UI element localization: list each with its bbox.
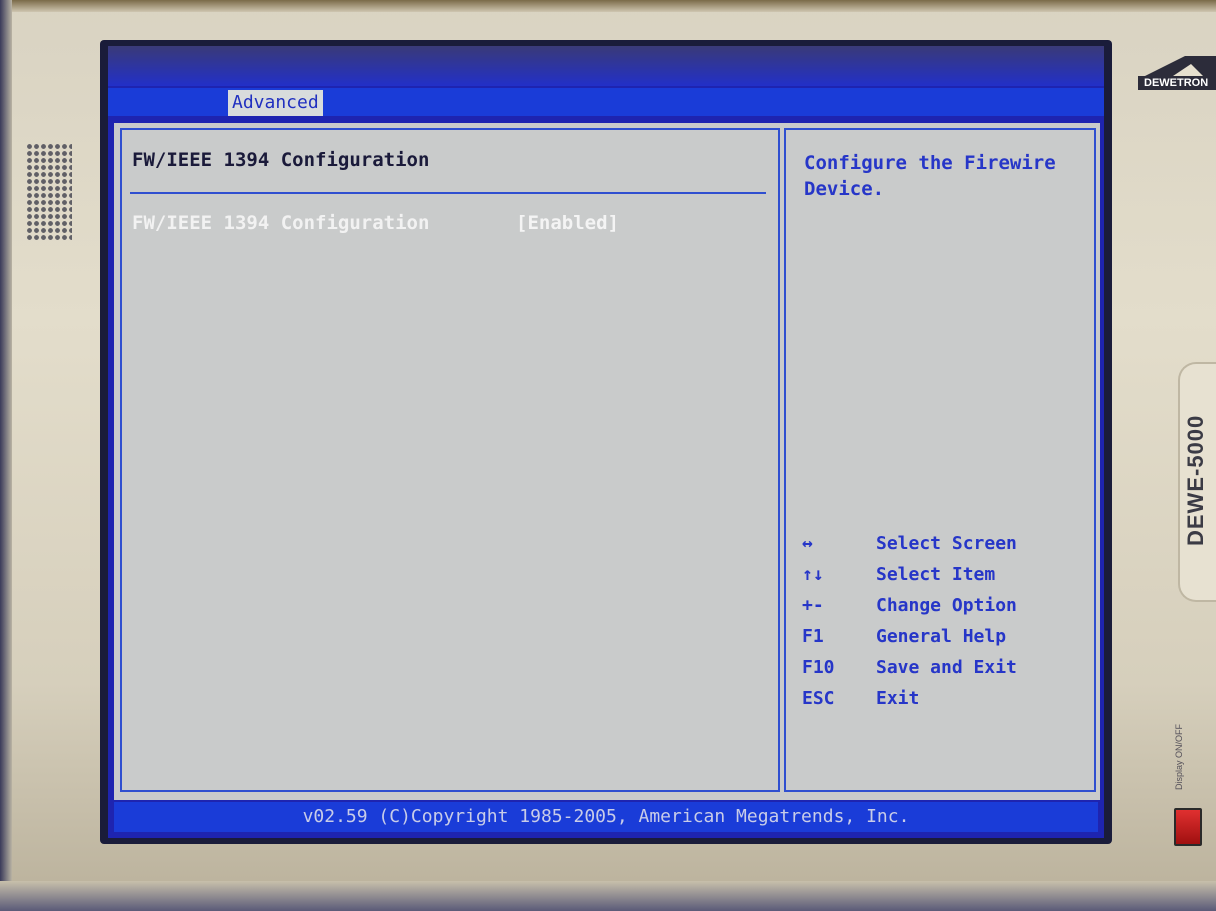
setting-value-firewire[interactable]: [Enabled] <box>516 212 619 234</box>
bezel-left-edge <box>0 0 12 911</box>
key-action: Select Item <box>876 564 996 585</box>
tab-advanced[interactable]: Advanced <box>228 90 323 116</box>
help-description: Configure the Firewire Device. <box>804 152 1056 200</box>
key-name: F10 <box>802 657 835 678</box>
section-divider <box>130 192 766 194</box>
bezel-bottom-edge <box>0 881 1216 911</box>
display-power-button[interactable] <box>1174 808 1202 846</box>
setting-label-firewire[interactable]: FW/IEEE 1394 Configuration <box>132 212 429 234</box>
key-name: ↔ <box>802 533 813 554</box>
key-legend-row: F1 General Help <box>802 621 1092 652</box>
key-name: F1 <box>802 626 824 647</box>
screen-top-band <box>108 46 1104 86</box>
copyright-footer: v02.59 (C)Copyright 1985-2005, American … <box>302 806 910 827</box>
key-name: ESC <box>802 688 835 709</box>
section-title: FW/IEEE 1394 Configuration <box>132 149 430 171</box>
key-name: +- <box>802 595 824 616</box>
key-legend-row: ↔ Select Screen <box>802 528 1092 559</box>
bezel-top-edge <box>0 0 1216 12</box>
display-button-label: Display ON/OFF <box>1174 723 1184 790</box>
key-legend-row: +- Change Option <box>802 590 1092 621</box>
bios-screen: Advanced FW/IEEE 1394 Configuration FW/I… <box>108 46 1104 838</box>
key-legend-row: ↑↓ Select Item <box>802 559 1092 590</box>
key-action: General Help <box>876 626 1007 647</box>
speaker-grille <box>26 143 72 241</box>
key-action: Change Option <box>876 595 1017 616</box>
model-label: DEWE-5000 <box>1183 414 1208 546</box>
key-legend-row: F10 Save and Exit <box>802 652 1092 683</box>
key-legend: ↔ Select Screen ↑↓ Select Item +- Change… <box>802 528 1092 714</box>
key-action: Exit <box>876 688 920 709</box>
key-action: Select Screen <box>876 533 1017 554</box>
key-name: ↑↓ <box>802 564 824 585</box>
key-legend-row: ESC Exit <box>802 683 1092 714</box>
brand-logo-text: DEWETRON <box>1138 76 1216 90</box>
key-action: Save and Exit <box>876 657 1017 678</box>
